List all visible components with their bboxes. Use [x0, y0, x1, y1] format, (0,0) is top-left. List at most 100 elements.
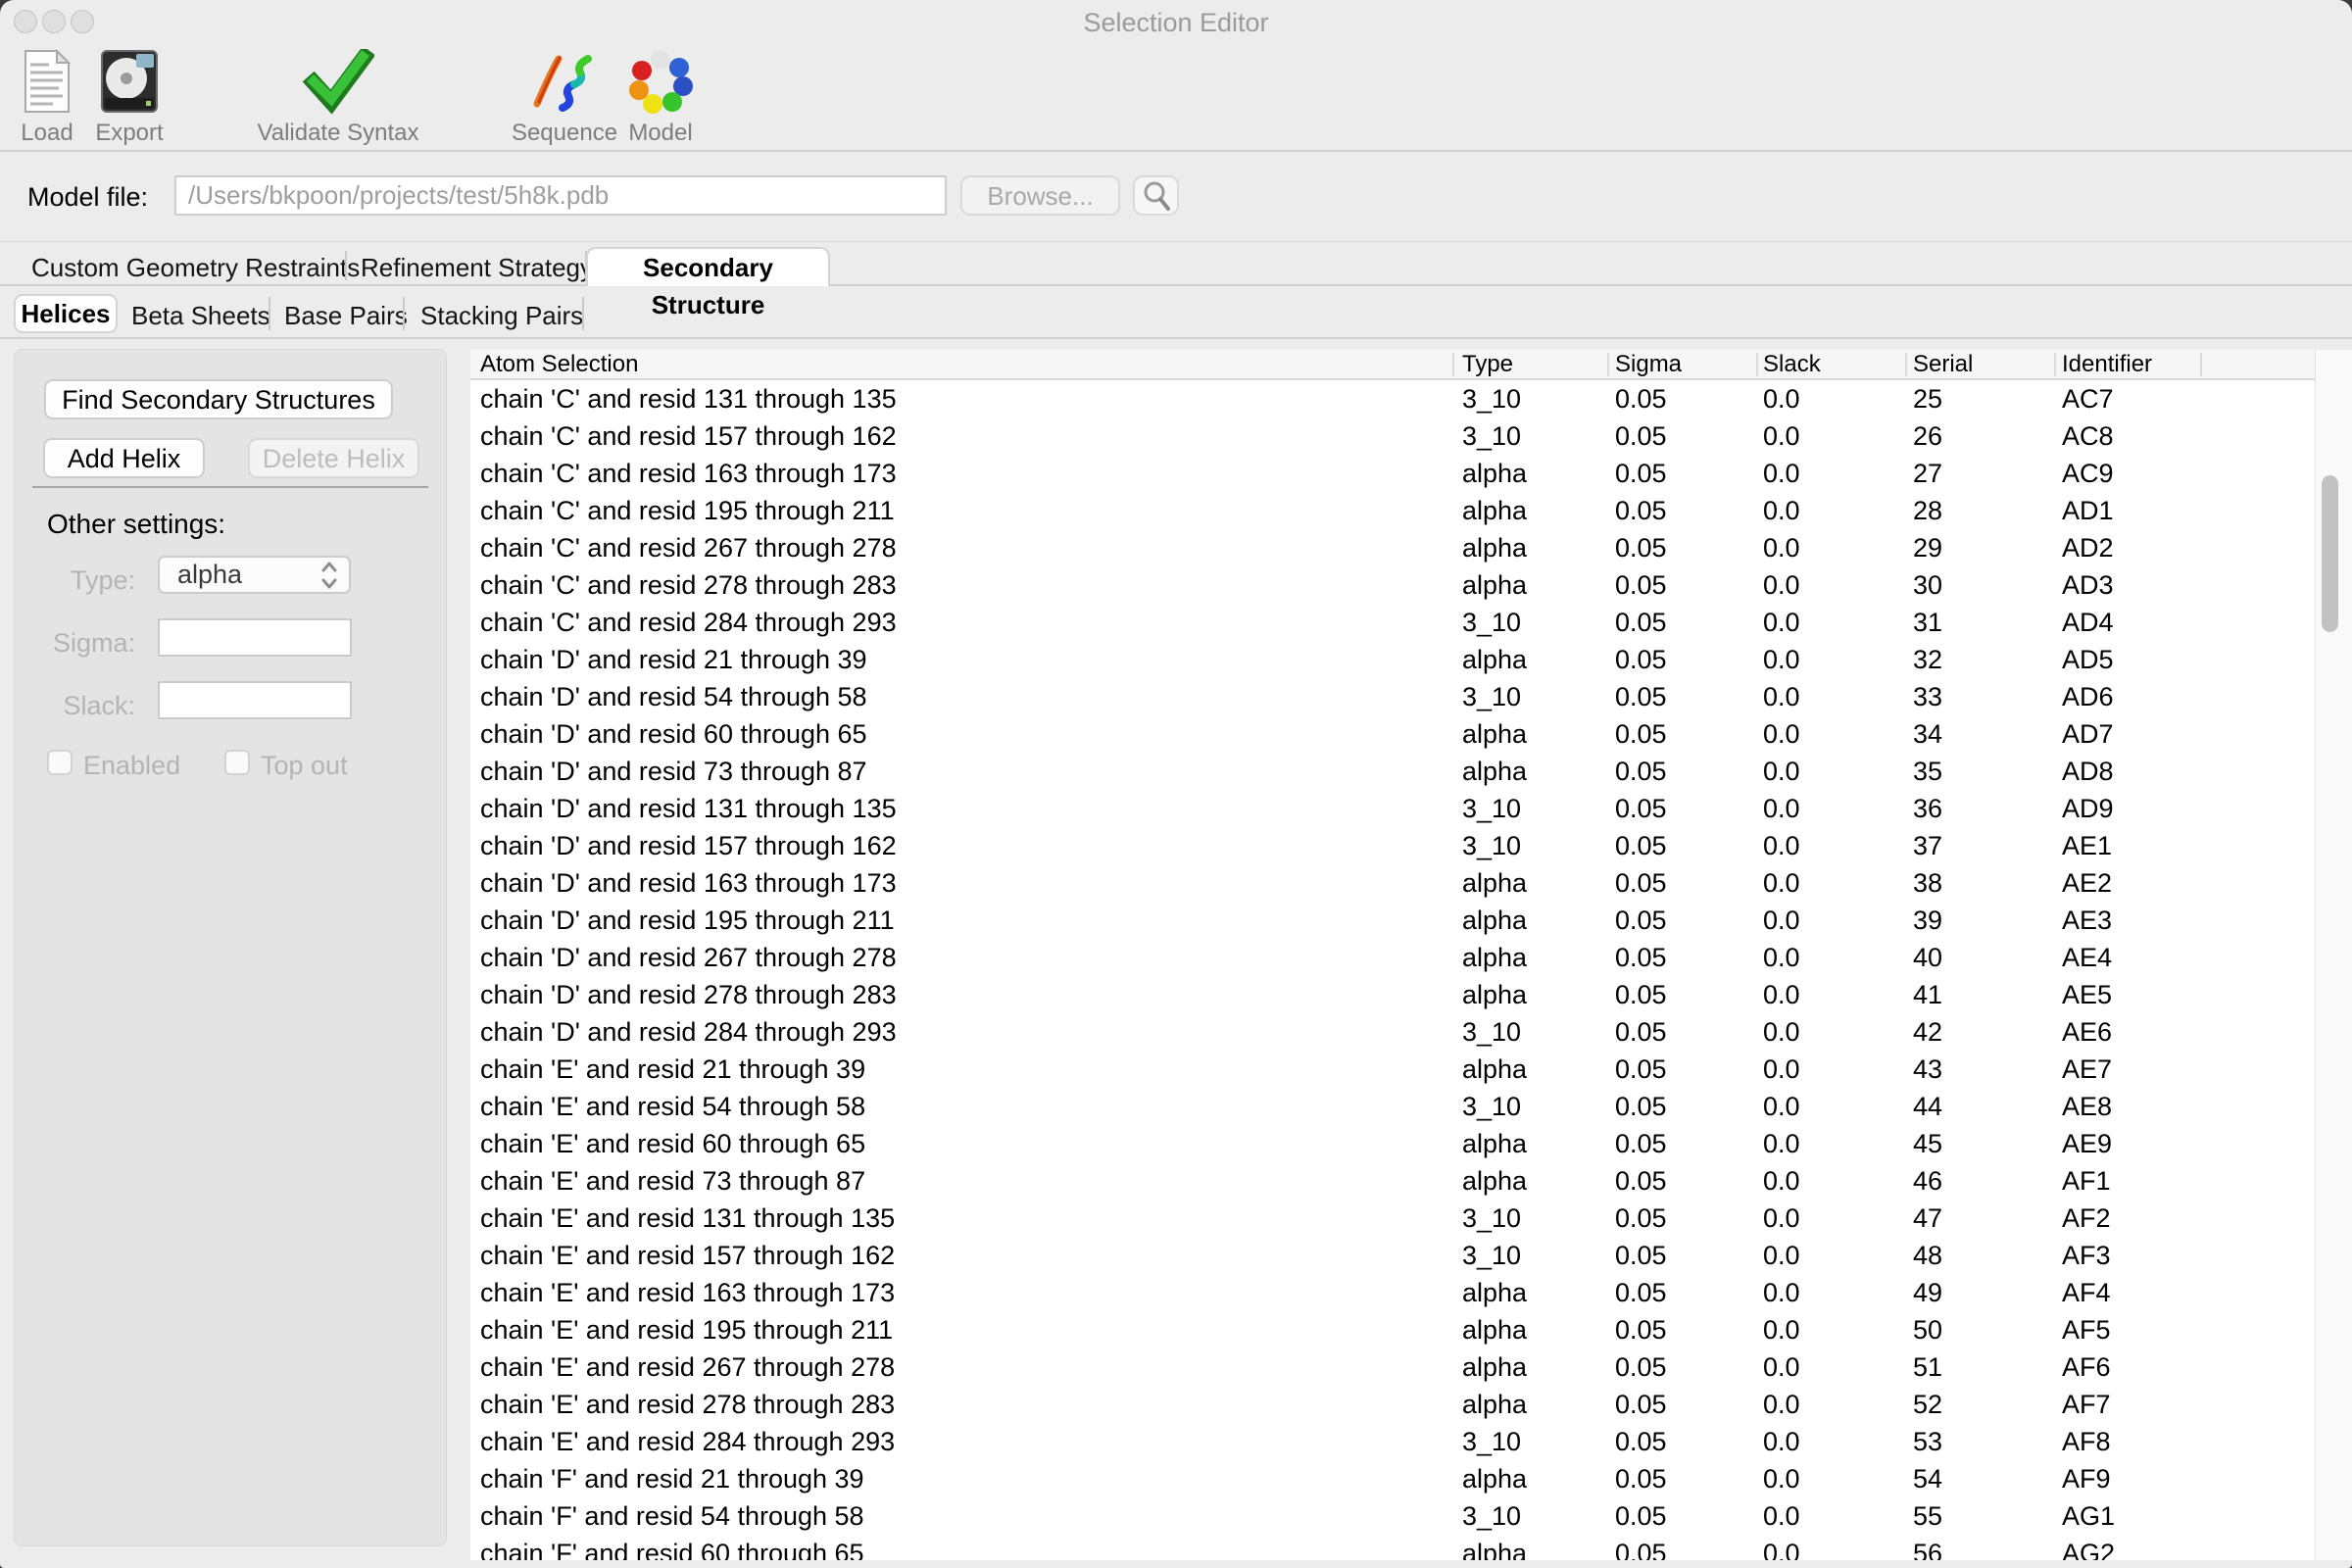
table-cell[interactable]: 0.0 [1763, 902, 1800, 939]
table-cell[interactable]: alpha [1462, 1162, 1527, 1200]
model-file-input[interactable] [174, 175, 947, 216]
table-cell[interactable]: 34 [1913, 715, 1942, 753]
table-cell[interactable]: 0.05 [1615, 1125, 1667, 1162]
table-cell[interactable]: chain 'E' and resid 60 through 65 [480, 1125, 865, 1162]
table-cell[interactable]: 0.05 [1615, 1348, 1667, 1386]
table-cell[interactable]: 3_10 [1462, 1013, 1521, 1051]
table-cell[interactable]: 0.05 [1615, 1162, 1667, 1200]
table-cell[interactable]: 56 [1913, 1535, 1942, 1560]
table-cell[interactable]: alpha [1462, 492, 1527, 529]
table-cell[interactable]: 0.0 [1763, 864, 1800, 902]
table-row[interactable]: chain 'D' and resid 195 through 211alpha… [470, 902, 2315, 939]
table-cell[interactable]: AE3 [2062, 902, 2112, 939]
table-cell[interactable]: alpha [1462, 566, 1527, 604]
table-cell[interactable]: 0.0 [1763, 1088, 1800, 1125]
table-row[interactable]: chain 'E' and resid 284 through 2933_100… [470, 1423, 2315, 1460]
column-header-sigma[interactable]: Sigma [1615, 351, 1682, 378]
table-cell[interactable]: chain 'E' and resid 157 through 162 [480, 1237, 895, 1274]
model-button[interactable]: Model [622, 47, 699, 147]
table-cell[interactable]: AF3 [2062, 1237, 2111, 1274]
table-row[interactable]: chain 'C' and resid 131 through 1353_100… [470, 380, 2315, 417]
tab-secondary-structure[interactable]: Secondary Structure [586, 247, 830, 286]
table-cell[interactable]: 0.0 [1763, 417, 1800, 455]
table-row[interactable]: chain 'D' and resid 284 through 2933_100… [470, 1013, 2315, 1051]
table-cell[interactable]: 46 [1913, 1162, 1942, 1200]
table-row[interactable]: chain 'E' and resid 267 through 278alpha… [470, 1348, 2315, 1386]
table-cell[interactable]: 0.05 [1615, 1237, 1667, 1274]
column-header-serial[interactable]: Serial [1913, 351, 1973, 378]
table-cell[interactable]: 43 [1913, 1051, 1942, 1088]
table-cell[interactable]: AE9 [2062, 1125, 2112, 1162]
browse-button[interactable]: Browse... [960, 175, 1120, 216]
table-cell[interactable]: alpha [1462, 1460, 1527, 1497]
table-cell[interactable]: 35 [1913, 753, 1942, 790]
table-row[interactable]: chain 'C' and resid 278 through 283 alpha… [470, 566, 2315, 604]
table-cell[interactable]: 3_10 [1462, 1497, 1521, 1535]
table-cell[interactable]: 25 [1913, 380, 1942, 417]
table-cell[interactable]: 0.0 [1763, 1125, 1800, 1162]
table-cell[interactable]: 0.0 [1763, 380, 1800, 417]
table-cell[interactable]: 0.05 [1615, 529, 1667, 566]
table-cell[interactable]: 0.0 [1763, 1460, 1800, 1497]
table-cell[interactable]: 0.0 [1763, 1051, 1800, 1088]
table-cell[interactable]: chain 'D' and resid 278 through 283 [480, 976, 897, 1013]
table-row[interactable]: chain 'E' and resid 21 through 39alpha0.… [470, 1051, 2315, 1088]
table-cell[interactable]: 33 [1913, 678, 1942, 715]
table-cell[interactable]: 0.0 [1763, 641, 1800, 678]
sigma-field[interactable] [158, 618, 352, 657]
column-separator[interactable] [1607, 353, 1609, 376]
column-header-identifier[interactable]: Identifier [2062, 351, 2152, 378]
table-row[interactable]: chain 'D' and resid 60 through 65alpha0.… [470, 715, 2315, 753]
table-cell[interactable]: chain 'C' and resid 131 through 135 [480, 380, 897, 417]
table-cell[interactable]: 3_10 [1462, 604, 1521, 641]
table-cell[interactable]: 0.05 [1615, 1051, 1667, 1088]
table-row[interactable]: chain 'F' and resid 54 through 583_100.0… [470, 1497, 2315, 1535]
table-row[interactable]: chain 'D' and resid 21 through 39alpha0.… [470, 641, 2315, 678]
table-cell[interactable]: 52 [1913, 1386, 1942, 1423]
table-cell[interactable]: 0.05 [1615, 455, 1667, 492]
table-cell[interactable]: alpha [1462, 976, 1527, 1013]
table-cell[interactable]: alpha [1462, 1051, 1527, 1088]
table-cell[interactable]: AD2 [2062, 529, 2114, 566]
table-row[interactable]: chain 'C' and resid 163 through 173alpha… [470, 455, 2315, 492]
table-cell[interactable]: chain 'C' and resid 278 through 283 [480, 566, 897, 604]
table-row[interactable]: chain 'E' and resid 163 through 173alpha… [470, 1274, 2315, 1311]
table-cell[interactable]: 0.05 [1615, 976, 1667, 1013]
table-cell[interactable]: alpha [1462, 1274, 1527, 1311]
table-cell[interactable]: 50 [1913, 1311, 1942, 1348]
table-cell[interactable]: 0.0 [1763, 1200, 1800, 1237]
table-cell[interactable]: 48 [1913, 1237, 1942, 1274]
table-cell[interactable]: AF1 [2062, 1162, 2111, 1200]
table-cell[interactable]: AC7 [2062, 380, 2114, 417]
table-cell[interactable]: 44 [1913, 1088, 1942, 1125]
subtab-beta-sheets[interactable]: Beta Sheets [131, 301, 270, 331]
table-cell[interactable]: chain 'E' and resid 195 through 211 [480, 1311, 893, 1348]
table-cell[interactable]: 0.0 [1763, 1274, 1800, 1311]
table-cell[interactable]: chain 'E' and resid 73 through 87 [480, 1162, 865, 1200]
table-cell[interactable]: 30 [1913, 566, 1942, 604]
subtab-base-pairs[interactable]: Base Pairs [284, 301, 408, 331]
table-cell[interactable]: 0.0 [1763, 1386, 1800, 1423]
table-row[interactable]: chain 'C' and resid 195 through 211alpha… [470, 492, 2315, 529]
table-cell[interactable]: chain 'D' and resid 54 through 58 [480, 678, 867, 715]
table-cell[interactable]: chain 'D' and resid 157 through 162 [480, 827, 897, 864]
table-cell[interactable]: chain 'E' and resid 131 through 135 [480, 1200, 895, 1237]
table-cell[interactable]: alpha [1462, 1535, 1527, 1560]
table-cell[interactable]: 38 [1913, 864, 1942, 902]
table-cell[interactable]: 39 [1913, 902, 1942, 939]
sequence-button[interactable]: Sequence [511, 47, 618, 147]
column-header-atom-selection[interactable]: Atom Selection [480, 351, 638, 378]
table-cell[interactable]: 0.0 [1763, 939, 1800, 976]
table-row[interactable]: chain 'D' and resid 278 through 283 alpha… [470, 976, 2315, 1013]
table-cell[interactable]: AD3 [2062, 566, 2114, 604]
table-cell[interactable]: 3_10 [1462, 827, 1521, 864]
subtab-helices[interactable]: Helices [14, 294, 118, 333]
table-cell[interactable]: 0.0 [1763, 1348, 1800, 1386]
table-cell[interactable]: chain 'E' and resid 278 through 283 [480, 1386, 895, 1423]
table-cell[interactable]: 0.0 [1763, 492, 1800, 529]
table-cell[interactable]: AD7 [2062, 715, 2114, 753]
table-cell[interactable]: 54 [1913, 1460, 1942, 1497]
table-row[interactable]: chain 'C' and resid 267 through 278alpha… [470, 529, 2315, 566]
table-cell[interactable]: 0.05 [1615, 1535, 1667, 1560]
table-cell[interactable]: AG2 [2062, 1535, 2115, 1560]
